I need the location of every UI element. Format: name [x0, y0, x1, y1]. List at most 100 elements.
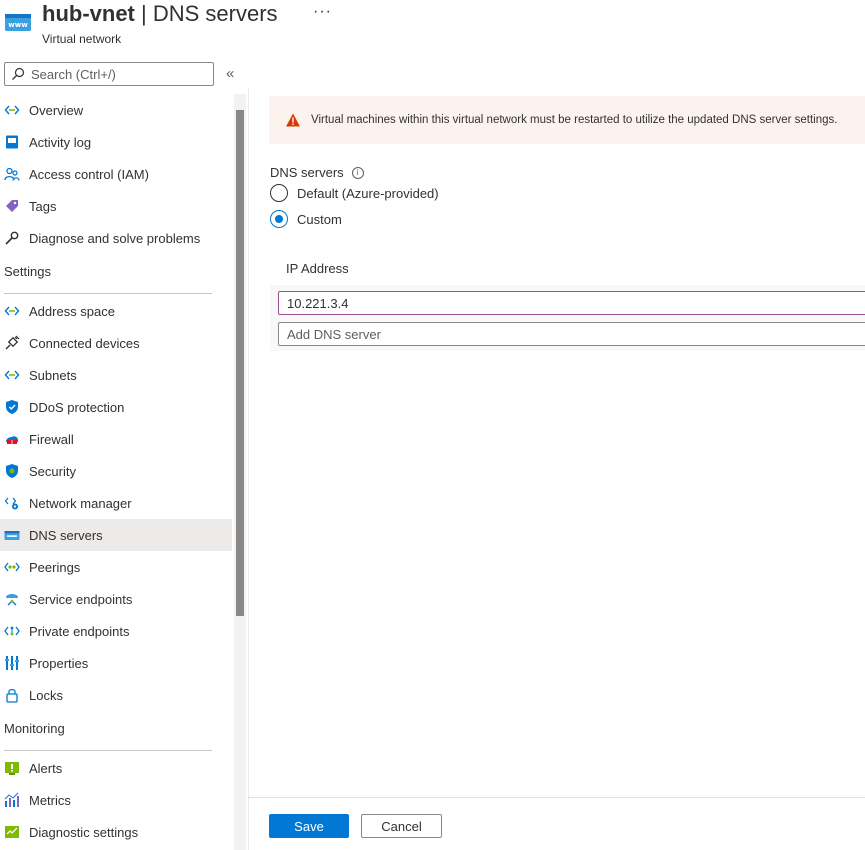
firewall-icon: [4, 431, 20, 447]
radio-custom-circle[interactable]: [270, 210, 288, 228]
ip-address-column-header: IP Address: [286, 261, 349, 276]
sidebar-item-label: Security: [29, 463, 76, 479]
diagnostic-icon: [4, 824, 20, 840]
network-icon: [4, 303, 20, 319]
sidebar-item-tags[interactable]: Tags: [0, 190, 232, 222]
network-icon: [4, 367, 20, 383]
shield-icon: [4, 399, 20, 415]
sidebar-item-dns-servers[interactable]: DNS servers: [0, 519, 232, 551]
sidebar-item-peerings[interactable]: Peerings: [0, 551, 232, 583]
sidebar-item-diagnostic-settings[interactable]: Diagnostic settings: [0, 816, 232, 848]
sidebar-item-label: Connected devices: [29, 335, 140, 351]
alert-icon: [4, 760, 20, 776]
sidebar-item-overview[interactable]: Overview: [0, 94, 232, 126]
resource-type-subtitle: Virtual network: [42, 32, 122, 46]
sidebar-item-activity-log[interactable]: Activity log: [0, 126, 232, 158]
page-title: hub-vnet | DNS servers: [42, 1, 278, 27]
properties-icon: [4, 655, 20, 671]
sidebar-scrollbar-thumb[interactable]: [236, 110, 244, 616]
sidebar-item-label: Properties: [29, 655, 89, 671]
sidebar-item-connected-devices[interactable]: Connected devices: [0, 327, 232, 359]
warning-text: Virtual machines within this virtual net…: [311, 114, 838, 126]
sidebar-item-security[interactable]: Security: [0, 455, 232, 487]
sidebar-item-label: Tags: [29, 198, 57, 214]
sidebar-item-label: Alerts: [29, 760, 63, 776]
sidebar-item-diagnose-and-solve-problems[interactable]: Diagnose and solve problems: [0, 222, 232, 254]
lock-icon: [4, 687, 20, 703]
search-icon: [12, 67, 25, 80]
sidebar-item-label: Diagnose and solve problems: [29, 230, 201, 246]
sidebar-item-alerts[interactable]: Alerts: [0, 752, 232, 784]
sidebar-nav: Overview Activity log Access control (IAM)…: [0, 94, 232, 848]
resource-name: hub-vnet: [42, 1, 135, 26]
search-box[interactable]: Search (Ctrl+/): [4, 62, 214, 86]
svg-text:www: www: [8, 21, 28, 29]
sidebar-item-locks[interactable]: Locks: [0, 679, 232, 711]
dns-ip-input[interactable]: 10.221.3.4: [278, 291, 865, 315]
section-settings: Settings: [0, 254, 232, 295]
radio-custom-label: Custom: [297, 211, 342, 227]
sidebar-item-properties[interactable]: Properties: [0, 647, 232, 679]
sidebar-item-label: Activity log: [29, 134, 92, 150]
tag-icon: [4, 198, 20, 214]
private-endpoint-icon: [4, 623, 20, 639]
sidebar-item-private-endpoints[interactable]: Private endpoints: [0, 615, 232, 647]
blade-title: DNS servers: [152, 1, 278, 26]
collapse-menu-button[interactable]: «: [226, 65, 234, 82]
section-monitoring: Monitoring: [0, 711, 232, 752]
sidebar-item-label: Address space: [29, 303, 115, 319]
security-icon: [4, 463, 20, 479]
sidebar-item-address-space[interactable]: Address space: [0, 295, 232, 327]
network-manager-icon: [4, 495, 20, 511]
action-footer: Save Cancel: [248, 797, 865, 850]
sidebar-item-network-manager[interactable]: Network manager: [0, 487, 232, 519]
sidebar-item-service-endpoints[interactable]: Service endpoints: [0, 583, 232, 615]
sidebar-item-firewall[interactable]: Firewall: [0, 423, 232, 455]
sidebar-item-subnets[interactable]: Subnets: [0, 359, 232, 391]
plug-icon: [4, 335, 20, 351]
log-icon: [4, 134, 20, 150]
sidebar-item-label: Subnets: [29, 367, 77, 383]
section-settings-label: Settings: [4, 264, 51, 279]
sidebar-item-label: Metrics: [29, 792, 71, 808]
wrench-icon: [4, 230, 20, 246]
radio-custom[interactable]: Custom: [270, 210, 342, 228]
peering-icon: [4, 559, 20, 575]
sidebar-item-label: Locks: [29, 687, 63, 703]
title-separator: |: [134, 1, 153, 26]
sidebar-item-label: Overview: [29, 102, 84, 118]
radio-default-label: Default (Azure-provided): [297, 185, 439, 201]
sidebar-item-label: Network manager: [29, 495, 132, 511]
sidebar-item-label: Peerings: [29, 559, 81, 575]
radio-default[interactable]: Default (Azure-provided): [270, 184, 439, 202]
sidebar-item-access-control-iam[interactable]: Access control (IAM): [0, 158, 232, 190]
network-icon: [4, 102, 20, 118]
sidebar-item-ddos-protection[interactable]: DDoS protection: [0, 391, 232, 423]
sidebar-item-label: Diagnostic settings: [29, 824, 139, 840]
search-placeholder: Search (Ctrl+/): [31, 66, 116, 82]
sidebar-item-label: Access control (IAM): [29, 166, 149, 182]
add-dns-server-input[interactable]: Add DNS server: [278, 322, 865, 346]
dns-icon: [4, 527, 20, 543]
sidebar-item-label: DNS servers: [29, 527, 103, 543]
radio-default-circle[interactable]: [270, 184, 288, 202]
service-endpoint-icon: [4, 591, 20, 607]
dns-servers-label-text: DNS servers: [270, 165, 344, 180]
sidebar-item-label: Private endpoints: [29, 623, 130, 639]
sidebar-item-label: Firewall: [29, 431, 74, 447]
save-button[interactable]: Save: [269, 814, 349, 838]
section-monitoring-label: Monitoring: [4, 721, 65, 736]
restart-warning-banner: Virtual machines within this virtual net…: [269, 96, 865, 144]
dns-servers-label: DNS servers i: [270, 165, 364, 180]
main-panel: Virtual machines within this virtual net…: [248, 88, 865, 850]
warning-icon: [286, 113, 300, 127]
cancel-button[interactable]: Cancel: [361, 814, 442, 838]
people-icon: [4, 166, 20, 182]
sidebar-item-label: DDoS protection: [29, 399, 125, 415]
www-icon: www: [4, 8, 32, 36]
info-icon[interactable]: i: [351, 166, 364, 179]
metrics-icon: [4, 792, 20, 808]
sidebar-item-metrics[interactable]: Metrics: [0, 784, 232, 816]
more-actions-button[interactable]: ···: [313, 3, 332, 21]
sidebar-item-label: Service endpoints: [29, 591, 133, 607]
